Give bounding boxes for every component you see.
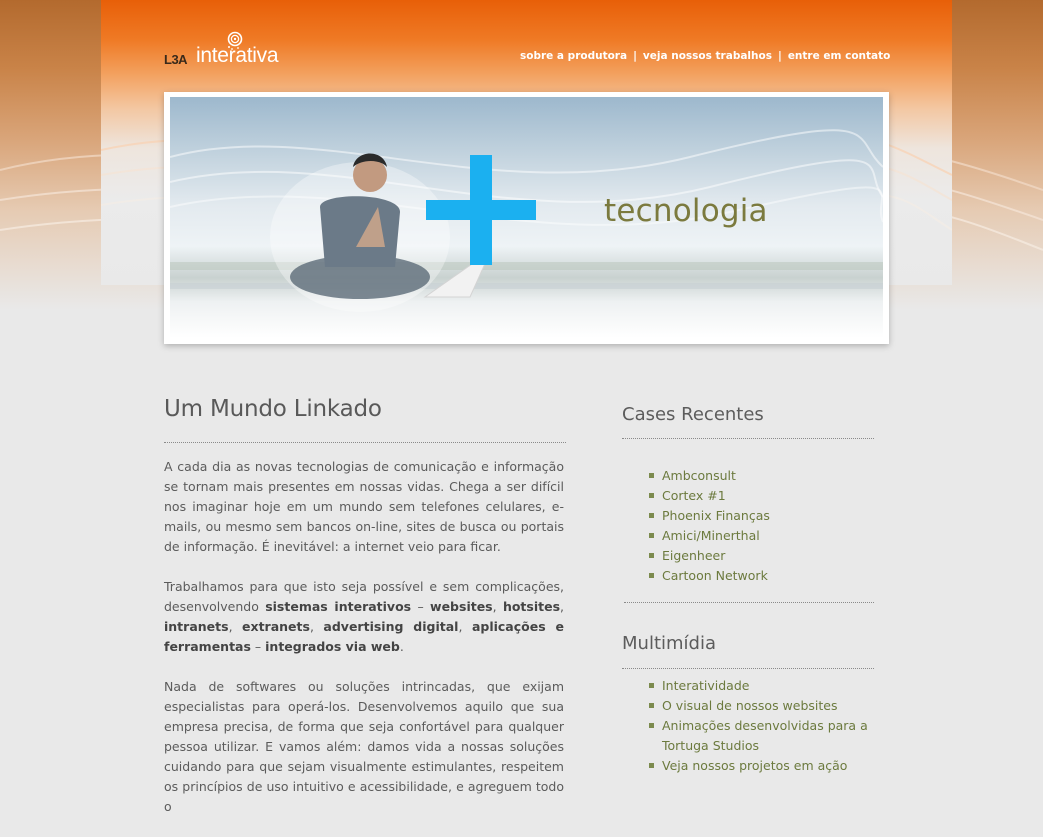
list-item: Animações desenvolvidas para a Tortuga S…: [649, 716, 874, 756]
cases-list: Ambconsult Cortex #1 Phoenix Finanças Am…: [622, 466, 874, 586]
text-fragment: ,: [309, 619, 324, 634]
paragraph-services: Trabalhamos para que isto seja possível …: [164, 577, 564, 657]
multimedia-link[interactable]: Interatividade: [662, 678, 749, 693]
logo-name: interativa: [196, 44, 279, 67]
case-link[interactable]: Cortex #1: [662, 488, 726, 503]
text-fragment: .: [399, 639, 404, 654]
service-highlight: intranets: [164, 619, 229, 634]
multimedia-link[interactable]: O visual de nossos websites: [662, 698, 838, 713]
banner-tagline: tecnologia: [604, 193, 768, 229]
list-item: Cartoon Network: [649, 566, 874, 586]
list-item: Interatividade: [649, 676, 874, 696]
divider: [624, 602, 874, 603]
hero-banner-frame: tecnologia: [164, 92, 889, 344]
paragraph-approach: Nada de softwares ou soluções intrincada…: [164, 679, 564, 814]
hero-illustration: [170, 129, 883, 312]
text-fragment: ,: [458, 619, 472, 634]
main-content: Um Mundo Linkado A cada dia as novas tec…: [164, 396, 566, 837]
paragraph-intro: A cada dia as novas tecnologias de comun…: [164, 459, 564, 554]
divider: [622, 438, 874, 439]
nav-link-contato[interactable]: entre em contato: [788, 50, 891, 62]
service-highlight: extranets: [242, 619, 310, 634]
logo-prefix: L3A: [164, 52, 188, 67]
service-highlight: websites: [430, 599, 493, 614]
text-fragment: ,: [492, 599, 503, 614]
multimedia-title: Multimídia: [622, 633, 716, 654]
hero-banner[interactable]: tecnologia: [170, 97, 883, 338]
divider: [622, 668, 874, 669]
list-item: Amici/Minerthal: [649, 526, 874, 546]
service-highlight: advertising digital: [323, 619, 459, 634]
case-link[interactable]: Ambconsult: [662, 468, 736, 483]
list-item: Cortex #1: [649, 486, 874, 506]
nav-link-trabalhos[interactable]: veja nossos trabalhos: [643, 50, 772, 62]
nav-separator: |: [633, 50, 637, 62]
list-item: Veja nossos projetos em ação: [649, 756, 874, 776]
case-link[interactable]: Phoenix Finanças: [662, 508, 770, 523]
text-fragment: –: [411, 599, 431, 614]
cases-title: Cases Recentes: [622, 404, 764, 425]
nav-separator: |: [777, 50, 782, 62]
service-highlight: sistemas interativos: [265, 599, 412, 614]
multimedia-link[interactable]: Veja nossos projetos em ação: [662, 758, 847, 773]
brand-logo[interactable]: L3A interativa: [164, 30, 304, 70]
sidebar: Cases Recentes Ambconsult Cortex #1 Phoe…: [622, 404, 874, 776]
service-highlight: hotsites: [502, 599, 561, 614]
list-item: O visual de nossos websites: [649, 696, 874, 716]
text-fragment: ,: [228, 619, 243, 634]
multimedia-link[interactable]: Animações desenvolvidas para a Tortuga S…: [662, 718, 868, 753]
top-navigation: sobre a produtora | veja nossos trabalhos |…: [520, 50, 900, 62]
multimedia-list: Interatividade O visual de nossos websit…: [622, 676, 874, 776]
divider: [164, 442, 566, 443]
page-title: Um Mundo Linkado: [164, 396, 382, 422]
service-highlight: integrados via web: [265, 639, 400, 654]
text-fragment: ,: [560, 599, 565, 614]
list-item: Eigenheer: [649, 546, 874, 566]
case-link[interactable]: Cartoon Network: [662, 568, 768, 583]
text-fragment: –: [250, 639, 266, 654]
case-link[interactable]: Eigenheer: [662, 548, 725, 563]
list-item: Phoenix Finanças: [649, 506, 874, 526]
nav-link-sobre[interactable]: sobre a produtora: [520, 50, 627, 62]
case-link[interactable]: Amici/Minerthal: [662, 528, 760, 543]
list-item: Ambconsult: [649, 466, 874, 486]
